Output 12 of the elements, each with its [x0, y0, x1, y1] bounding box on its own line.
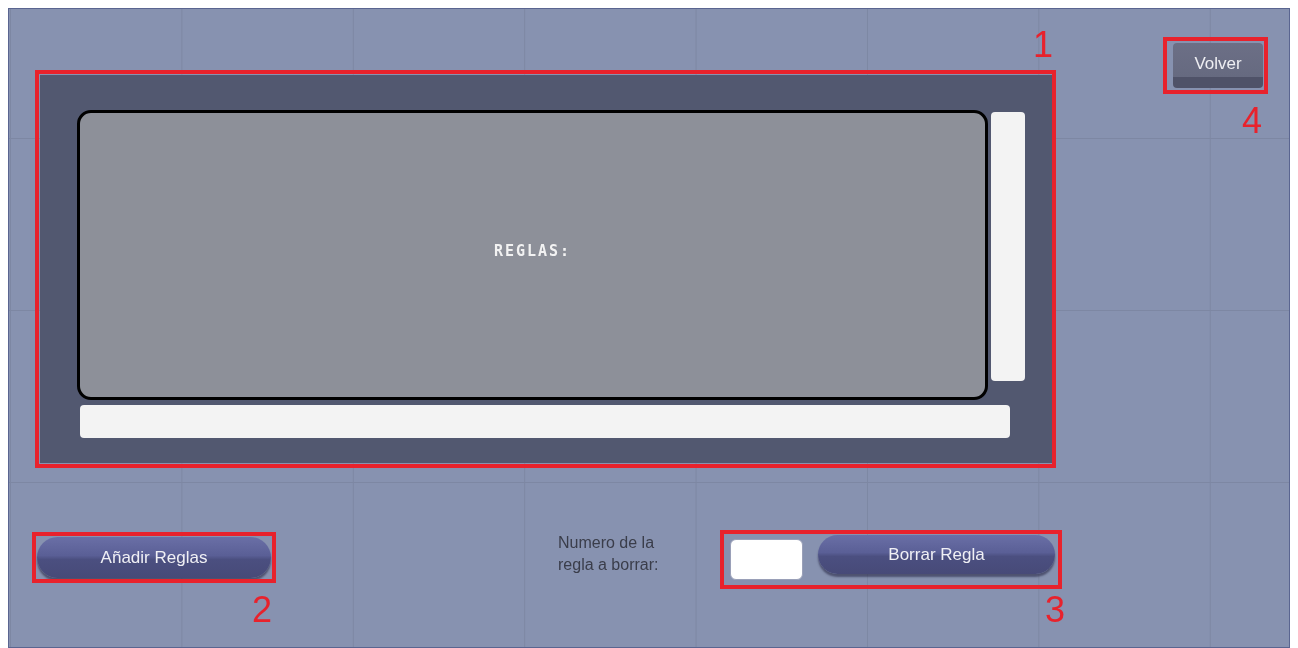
rule-number-label: Numero de la regla a borrar:	[558, 533, 660, 575]
annotation-number: 2	[252, 590, 273, 630]
delete-rule-button[interactable]: Borrar Regla	[818, 535, 1055, 574]
annotation-number: 1	[1033, 25, 1054, 65]
add-rules-button[interactable]: Añadir Reglas	[37, 537, 271, 578]
annotation-number: 3	[1045, 590, 1066, 630]
horizontal-scrollbar[interactable]	[80, 405, 1010, 438]
rule-number-field[interactable]	[730, 539, 803, 580]
annotation-number: 4	[1242, 101, 1263, 141]
rules-heading: REGLAS:	[493, 240, 572, 262]
back-button[interactable]: Volver	[1173, 43, 1263, 88]
vertical-scrollbar[interactable]	[991, 112, 1025, 381]
